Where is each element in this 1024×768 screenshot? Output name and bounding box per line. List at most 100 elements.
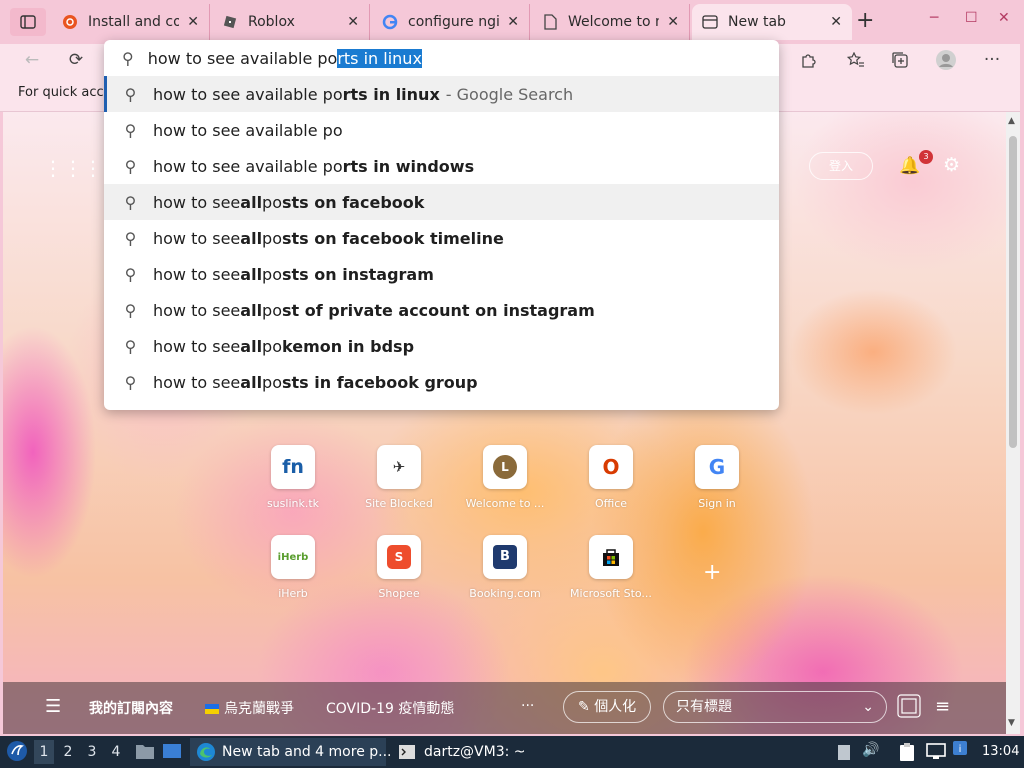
covid-tab[interactable]: COVID-19 疫情動態 bbox=[326, 698, 454, 718]
show-desktop-icon[interactable] bbox=[162, 743, 182, 763]
search-icon: ⚲ bbox=[124, 300, 137, 320]
quick-link-office[interactable]: O Office bbox=[563, 445, 659, 510]
suggestion-item[interactable]: ⚲ how to see all po sts on instagram bbox=[104, 256, 779, 292]
close-tab-icon[interactable]: ✕ bbox=[667, 14, 679, 30]
roblox-icon bbox=[222, 14, 238, 30]
tab-install[interactable]: Install and cor ✕ bbox=[52, 4, 210, 40]
address-bar-input[interactable]: ⚲ how to see available po rts in linux bbox=[104, 40, 779, 76]
tab-configure-nginx[interactable]: configure ngin ✕ bbox=[372, 4, 530, 40]
taskbar-terminal-window[interactable]: dartz@VM3: ~ bbox=[392, 738, 532, 766]
add-quick-link-icon[interactable]: + bbox=[703, 560, 721, 585]
clipboard-icon[interactable] bbox=[836, 743, 852, 765]
quick-link-welcome[interactable]: L Welcome to ... bbox=[457, 445, 553, 510]
quick-link-site-blocked[interactable]: ✈ Site Blocked bbox=[351, 445, 447, 510]
quick-link-iherb[interactable]: iHerb iHerb bbox=[245, 535, 341, 600]
iherb-icon: iHerb bbox=[271, 535, 315, 579]
taskbar-browser-window[interactable]: New tab and 4 more p... bbox=[190, 738, 392, 766]
more-topics-button[interactable]: ··· bbox=[521, 698, 534, 714]
close-tab-icon[interactable]: ✕ bbox=[347, 14, 359, 30]
ntp-sign-in-button[interactable]: 登入 bbox=[809, 152, 873, 180]
quick-link-label: Shopee bbox=[378, 587, 420, 600]
quick-link-shopee[interactable]: S Shopee bbox=[351, 535, 447, 600]
minimize-button[interactable]: ─ bbox=[930, 10, 938, 26]
collections-button[interactable] bbox=[888, 48, 912, 72]
list-layout-icon[interactable]: ≡ bbox=[935, 696, 950, 717]
paste-icon[interactable] bbox=[898, 742, 916, 766]
newtab-icon bbox=[702, 14, 718, 30]
tab-welcome[interactable]: Welcome to n ✕ bbox=[532, 4, 690, 40]
my-feed-tab[interactable]: 我的訂閱內容 bbox=[89, 698, 173, 718]
tab-title: Welcome to n bbox=[568, 14, 660, 30]
workspace-3[interactable]: 3 bbox=[82, 740, 102, 764]
workspace-4[interactable]: 4 bbox=[106, 740, 126, 764]
hamburger-menu-icon[interactable]: ☰ bbox=[45, 696, 61, 717]
microsoft-store-icon bbox=[589, 535, 633, 579]
start-menu-icon[interactable] bbox=[6, 740, 28, 766]
shopee-icon: S bbox=[377, 535, 421, 579]
suggestion-item[interactable]: ⚲ how to see available po rts in linux - … bbox=[104, 76, 779, 112]
google-icon bbox=[382, 14, 398, 30]
network-icon[interactable] bbox=[926, 742, 946, 764]
clock[interactable]: 13:04 bbox=[982, 744, 1019, 759]
view-mode-select[interactable]: 只有標題 ⌄ bbox=[663, 691, 887, 723]
tab-title: Roblox bbox=[248, 14, 295, 30]
volume-icon[interactable]: 🔊 bbox=[862, 742, 879, 758]
quick-link-booking[interactable]: B Booking.com bbox=[457, 535, 553, 600]
suggestion-item[interactable]: ⚲ how to see available po bbox=[104, 112, 779, 148]
quick-link-microsoft-store[interactable]: Microsoft Sto... bbox=[563, 535, 659, 600]
scrollbar-thumb[interactable] bbox=[1009, 136, 1017, 448]
ukraine-war-tab[interactable]: 烏克蘭戰爭 bbox=[205, 698, 294, 718]
system-taskbar: 1 2 3 4 New tab and 4 more p... dartz@VM… bbox=[0, 736, 1024, 768]
letter-avatar-icon: L bbox=[483, 445, 527, 489]
search-icon: ⚲ bbox=[124, 228, 137, 248]
suggestion-item[interactable]: ⚲ how to see all po sts in facebook group bbox=[104, 364, 779, 400]
scroll-down-icon[interactable]: ▼ bbox=[1008, 718, 1015, 728]
site-blocked-icon: ✈ bbox=[377, 445, 421, 489]
grid-layout-icon[interactable] bbox=[897, 694, 921, 723]
address-bar-dropdown: ⚲ how to see available po rts in linux ⚲ … bbox=[104, 40, 779, 410]
scroll-up-icon[interactable]: ▲ bbox=[1008, 116, 1015, 126]
close-window-button[interactable]: ✕ bbox=[998, 10, 1010, 26]
workspace-2[interactable]: 2 bbox=[58, 740, 78, 764]
favorites-button[interactable] bbox=[844, 48, 868, 72]
close-tab-icon[interactable]: ✕ bbox=[507, 14, 519, 30]
terminal-icon bbox=[399, 745, 415, 759]
close-tab-icon[interactable]: ✕ bbox=[830, 14, 842, 30]
maximize-button[interactable]: ☐ bbox=[965, 10, 978, 26]
tab-roblox[interactable]: Roblox ✕ bbox=[212, 4, 370, 40]
search-icon: ⚲ bbox=[124, 120, 137, 140]
new-tab-button[interactable]: + bbox=[856, 10, 874, 32]
file-manager-icon[interactable] bbox=[135, 742, 155, 764]
suggestion-item[interactable]: ⚲ how to see all po st of private account… bbox=[104, 292, 779, 328]
notifications-bell-icon[interactable]: 🔔 bbox=[899, 156, 920, 176]
refresh-button[interactable]: ⟳ bbox=[64, 48, 88, 72]
search-icon: ⚲ bbox=[124, 192, 137, 212]
app-launcher-icon[interactable]: ⋮⋮⋮ bbox=[43, 156, 103, 180]
suggestion-item[interactable]: ⚲ how to see all po sts on facebook bbox=[104, 184, 779, 220]
quick-link-label: Welcome to ... bbox=[465, 497, 545, 510]
more-menu-button[interactable]: ··· bbox=[980, 48, 1004, 72]
suggestion-item[interactable]: ⚲ how to see all po kemon in bdsp bbox=[104, 328, 779, 364]
tab-actions-icon bbox=[20, 15, 36, 29]
quick-link-suslink[interactable]: fn suslink.tk bbox=[245, 445, 341, 510]
page-settings-gear-icon[interactable]: ⚙ bbox=[943, 154, 960, 176]
quick-link-label: Office bbox=[594, 497, 628, 510]
search-icon: ⚲ bbox=[122, 48, 134, 68]
update-notification-icon[interactable]: i bbox=[952, 740, 968, 760]
favorites-bar-text: For quick acc bbox=[18, 85, 104, 100]
extensions-button[interactable] bbox=[796, 48, 820, 72]
close-tab-icon[interactable]: ✕ bbox=[187, 14, 199, 30]
vertical-scrollbar[interactable]: ▲ ▼ bbox=[1006, 112, 1020, 734]
back-button[interactable]: ← bbox=[20, 48, 44, 72]
quick-link-label: Booking.com bbox=[469, 587, 541, 600]
profile-button[interactable] bbox=[934, 48, 958, 72]
tab-new-tab[interactable]: New tab ✕ bbox=[692, 4, 852, 40]
tab-actions-button[interactable] bbox=[10, 8, 46, 36]
chevron-down-icon: ⌄ bbox=[862, 699, 874, 715]
suggestion-item[interactable]: ⚲ how to see all po sts on facebook timel… bbox=[104, 220, 779, 256]
ukraine-flag-icon bbox=[205, 704, 219, 714]
quick-link-sign-in[interactable]: G Sign in bbox=[669, 445, 765, 510]
personalize-button[interactable]: ✎ 個人化 bbox=[563, 691, 652, 723]
suggestion-item[interactable]: ⚲ how to see available po rts in windows bbox=[104, 148, 779, 184]
workspace-1[interactable]: 1 bbox=[34, 740, 54, 764]
